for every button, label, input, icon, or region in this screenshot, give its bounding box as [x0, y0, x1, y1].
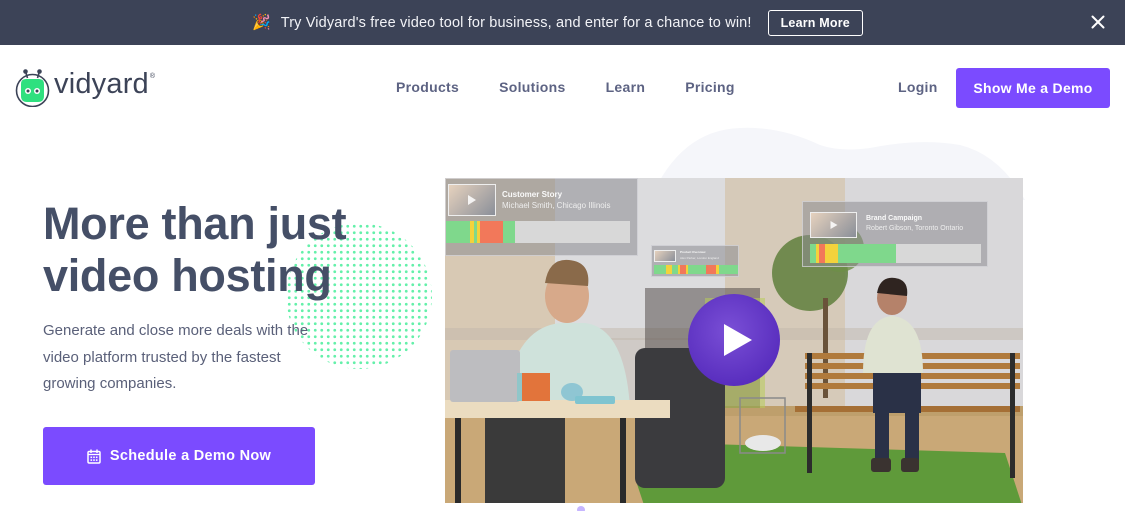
nav-learn[interactable]: Learn	[606, 79, 646, 95]
analytics-card-customer-story: Customer Story Michael Smith, Chicago Il…	[445, 178, 638, 256]
learn-more-button[interactable]: Learn More	[767, 9, 863, 36]
hero-subtitle-line: video platform trusted by the fastest	[43, 348, 281, 366]
hero-title: More than just video hosting	[43, 198, 347, 302]
carousel-indicator	[577, 506, 585, 511]
registered-mark: ®	[149, 72, 156, 80]
nav-products[interactable]: Products	[396, 79, 459, 95]
close-banner-button[interactable]	[1087, 11, 1109, 33]
hero-subtitle: Generate and close more deals with the v…	[43, 318, 343, 398]
close-icon	[1091, 15, 1105, 29]
calendar-icon	[87, 449, 101, 464]
hero-subtitle-line: growing companies.	[43, 375, 177, 392]
party-popper-icon: 🎉	[252, 14, 271, 31]
promo-banner-content: 🎉 Try Vidyard's free video tool for busi…	[0, 0, 1125, 45]
vidyard-robot-icon	[15, 69, 50, 107]
engagement-bar	[446, 221, 630, 243]
promo-text: Try Vidyard's free video tool for busine…	[280, 14, 752, 31]
schedule-demo-label: Schedule a Demo Now	[109, 448, 272, 464]
card-subtitle: Michael Smith, Chicago Illinois	[502, 201, 611, 210]
play-icon	[468, 195, 476, 205]
card-title: Product Overview	[680, 250, 706, 254]
hero-subtitle-line: Generate and close more deals with the	[43, 322, 309, 339]
card-thumbnail	[448, 184, 496, 216]
promo-banner: 🎉 Try Vidyard's free video tool for busi…	[0, 0, 1125, 45]
analytics-card-product-overview: Product Overview Alex Parker, London Eng…	[651, 245, 739, 277]
main-nav: Products Solutions Learn Pricing	[396, 79, 775, 95]
card-subtitle: Robert Gibson, Toronto Ontario	[866, 225, 964, 232]
login-link[interactable]: Login	[898, 79, 938, 95]
card-subtitle: Alex Parker, London England	[680, 256, 719, 260]
nav-pricing[interactable]: Pricing	[685, 79, 735, 95]
play-icon	[830, 221, 837, 229]
play-icon	[724, 324, 752, 356]
card-thumbnail	[810, 212, 857, 238]
analytics-card-brand-campaign: Brand Campaign Robert Gibson, Toronto On…	[802, 201, 988, 267]
hero-video[interactable]: Customer Story Michael Smith, Chicago Il…	[445, 178, 1023, 503]
engagement-bar	[654, 265, 738, 274]
schedule-demo-button[interactable]: Schedule a Demo Now	[43, 427, 315, 485]
card-title: Customer Story	[502, 190, 563, 199]
play-video-button[interactable]	[688, 294, 780, 386]
card-title: Brand Campaign	[866, 215, 923, 222]
vidyard-logo[interactable]: vidyard ®	[14, 67, 155, 107]
logo-wordmark: vidyard	[54, 67, 149, 100]
card-thumbnail	[654, 250, 676, 262]
nav-solutions[interactable]: Solutions	[499, 79, 565, 95]
hero-title-line: video hosting	[43, 250, 332, 301]
hero-title-line: More than just	[43, 198, 347, 249]
engagement-bar	[810, 244, 981, 263]
